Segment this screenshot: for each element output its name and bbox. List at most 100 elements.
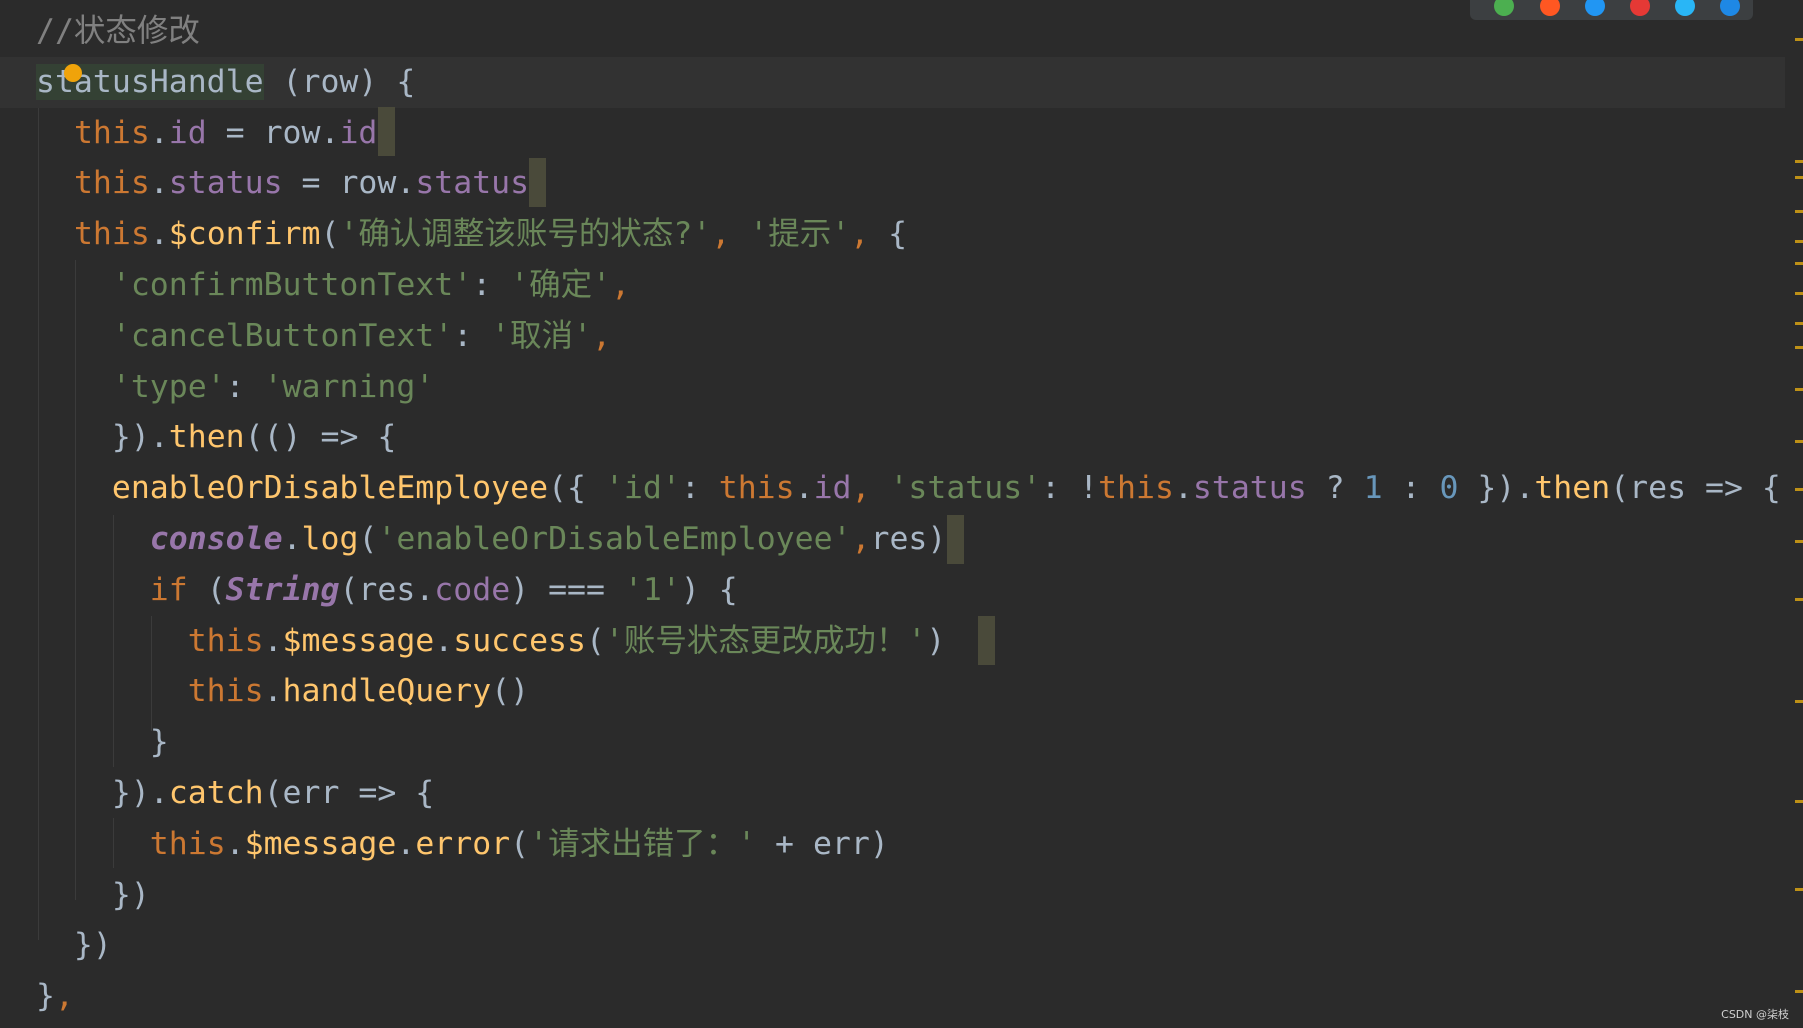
- code-token: (: [586, 622, 605, 659]
- firefox-icon[interactable]: [1540, 0, 1560, 16]
- warning-mark[interactable]: [1795, 440, 1803, 443]
- lightbulb-icon[interactable]: [64, 64, 82, 82]
- code-line-content: this.$message.success('账号状态更改成功！'): [36, 622, 946, 659]
- code-token: ,: [850, 216, 889, 253]
- warning-mark[interactable]: [1795, 888, 1803, 891]
- code-token: .: [263, 622, 283, 659]
- code-line-content: console.log('enableOrDisableEmployee',re…: [36, 521, 947, 557]
- code-line[interactable]: this.handleQuery(): [0, 666, 1785, 717]
- code-token: (row) {: [263, 63, 416, 100]
- warning-mark[interactable]: [1795, 700, 1803, 703]
- warning-mark[interactable]: [1795, 388, 1803, 391]
- code-token: .: [149, 165, 169, 202]
- warning-mark[interactable]: [1795, 488, 1803, 491]
- warning-mark[interactable]: [1795, 292, 1803, 295]
- code-token: ,: [851, 470, 890, 507]
- code-token: '取消': [491, 317, 593, 354]
- code-token: (): [491, 673, 530, 710]
- code-token: ,: [592, 317, 612, 354]
- code-line[interactable]: 'type': 'warning': [0, 362, 1785, 413]
- code-token: error: [415, 825, 511, 862]
- warning-mark[interactable]: [1795, 210, 1803, 213]
- code-token: (res.: [339, 571, 435, 608]
- warning-mark[interactable]: [1795, 38, 1803, 41]
- code-token: = row.: [206, 114, 340, 151]
- warning-mark[interactable]: [1795, 240, 1803, 243]
- code-token: + err): [756, 825, 889, 862]
- code-line[interactable]: this.$message.error('请求出错了：' + err): [0, 819, 1785, 870]
- code-line[interactable]: },: [0, 971, 1785, 1022]
- code-line[interactable]: enableOrDisableEmployee({ 'id': this.id,…: [0, 463, 1785, 514]
- code-line[interactable]: }): [0, 870, 1785, 921]
- code-line[interactable]: if (String(res.code) === '1') {: [0, 565, 1785, 616]
- code-line[interactable]: }).then(() => {: [0, 412, 1785, 463]
- warning-mark[interactable]: [1795, 346, 1803, 349]
- code-token: (() => {: [244, 419, 397, 456]
- code-line[interactable]: }): [0, 920, 1785, 971]
- code-token: .: [225, 825, 245, 862]
- ie-icon[interactable]: [1675, 0, 1695, 16]
- code-token: (err => {: [263, 775, 435, 811]
- code-token: 'enableOrDisableEmployee': [377, 521, 852, 557]
- chrome-icon[interactable]: [1494, 0, 1514, 16]
- code-line[interactable]: this.id = row.id: [0, 108, 1785, 159]
- opera-icon[interactable]: [1630, 0, 1650, 16]
- safari-icon[interactable]: [1585, 0, 1605, 16]
- warning-mark[interactable]: [1795, 990, 1803, 993]
- warning-mark[interactable]: [1795, 322, 1803, 325]
- code-line-content: this.$confirm('确认调整该账号的状态?', '提示', {: [36, 216, 907, 252]
- code-token: .: [1173, 470, 1193, 507]
- code-line[interactable]: this.$message.success('账号状态更改成功！'): [0, 616, 1785, 667]
- indent-guide: [38, 108, 39, 940]
- indent-guide: [113, 818, 114, 868]
- code-token: status: [168, 165, 283, 202]
- code-token: then: [1534, 470, 1611, 507]
- code-line[interactable]: statusHandle (row) {: [0, 56, 1785, 108]
- code-line[interactable]: console.log('enableOrDisableEmployee',re…: [0, 514, 1785, 565]
- code-token: (: [320, 216, 340, 253]
- code-line[interactable]: 'cancelButtonText': '取消',: [0, 311, 1785, 362]
- code-line[interactable]: }: [0, 717, 1785, 768]
- code-token: this: [187, 622, 264, 659]
- code-token: .: [282, 521, 302, 557]
- warning-mark[interactable]: [1795, 800, 1803, 803]
- code-line-content: },: [36, 978, 74, 1014]
- code-token: id: [339, 114, 378, 151]
- warning-mark[interactable]: [1795, 262, 1803, 265]
- browser-preview-bar: [1470, 0, 1753, 20]
- code-token: = row.: [282, 165, 416, 202]
- code-token: res): [870, 521, 947, 557]
- warning-mark[interactable]: [1795, 160, 1803, 163]
- code-token: this: [1098, 470, 1174, 507]
- code-token: .: [434, 622, 454, 659]
- code-token: ,: [54, 978, 74, 1015]
- code-token: .: [396, 825, 416, 862]
- selection-marker: [947, 515, 964, 564]
- code-token: 'status': [889, 470, 1042, 507]
- code-line[interactable]: this.status = row.status: [0, 158, 1785, 209]
- code-line[interactable]: 'confirmButtonText': '确定',: [0, 260, 1785, 311]
- code-line[interactable]: }).catch(err => {: [0, 768, 1785, 819]
- warning-mark[interactable]: [1795, 540, 1803, 543]
- code-token: ,: [851, 521, 871, 557]
- warning-mark[interactable]: [1795, 176, 1803, 179]
- code-token: }).: [1458, 470, 1535, 507]
- code-token: $confirm: [168, 216, 321, 253]
- edge-icon[interactable]: [1720, 0, 1740, 16]
- code-line[interactable]: this.$confirm('确认调整该账号的状态?', '提示', {: [0, 209, 1785, 260]
- warning-mark[interactable]: [1795, 598, 1803, 601]
- code-token: }).: [36, 419, 169, 456]
- editor-scrollbar[interactable]: [1793, 0, 1803, 1028]
- code-editor[interactable]: //状态修改 statusHandle (row) { this.id = row…: [0, 0, 1803, 1028]
- code-token: }).: [36, 775, 169, 811]
- code-token: 'id': [604, 470, 681, 507]
- code-token: :: [1382, 470, 1440, 507]
- code-token: .: [263, 673, 283, 710]
- code-token: }: [36, 724, 169, 761]
